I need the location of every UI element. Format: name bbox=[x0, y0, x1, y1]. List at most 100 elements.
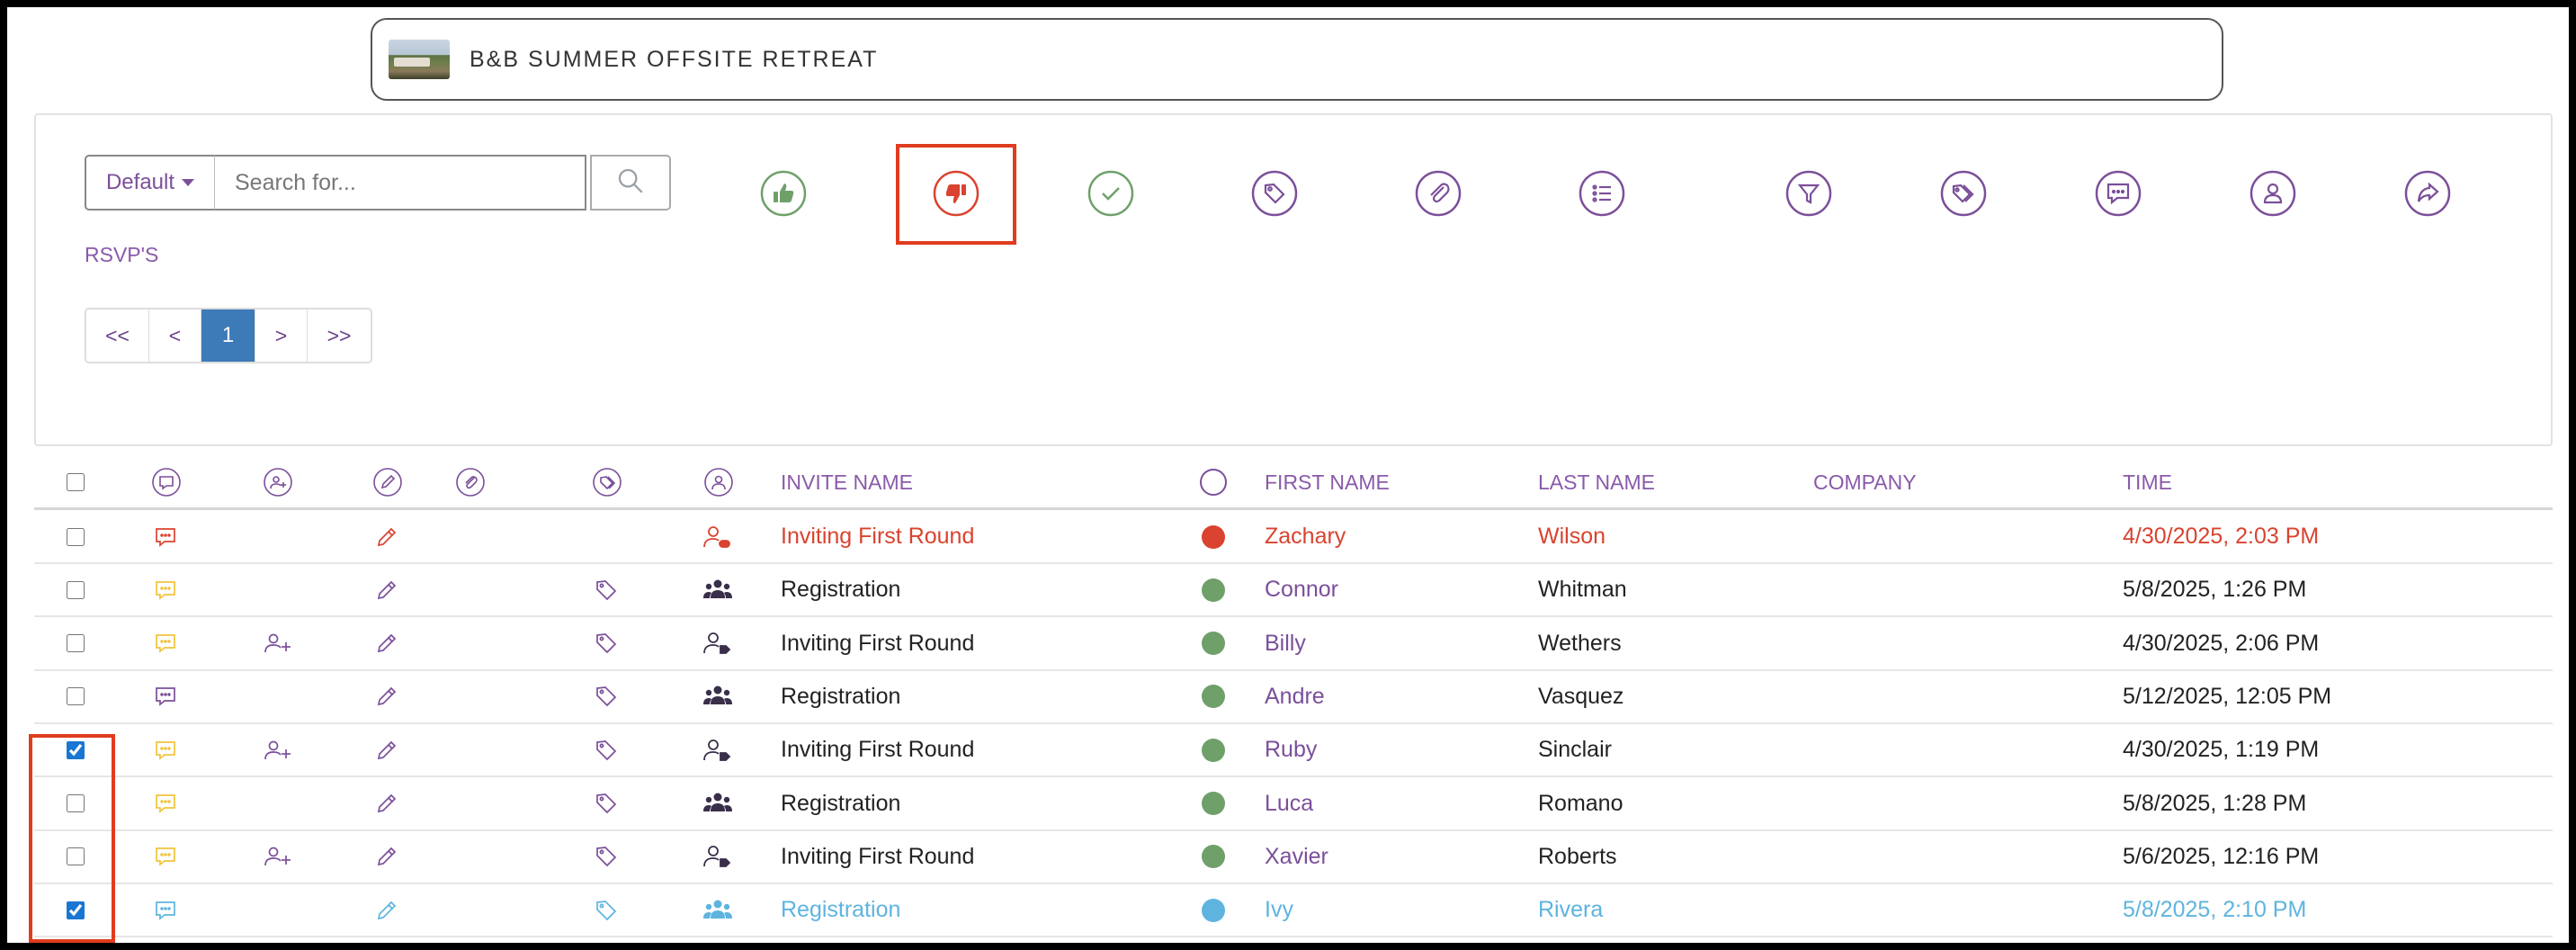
edit-icon[interactable] bbox=[374, 778, 399, 829]
attachment-column-icon[interactable] bbox=[455, 457, 486, 507]
search-button[interactable] bbox=[590, 155, 671, 211]
group-icon[interactable] bbox=[702, 778, 734, 829]
user-column-icon[interactable] bbox=[703, 457, 734, 507]
tags-icon[interactable] bbox=[1939, 169, 1988, 218]
edit-icon[interactable] bbox=[374, 724, 399, 775]
user-tag-icon[interactable] bbox=[702, 831, 732, 883]
share-icon[interactable] bbox=[2403, 169, 2452, 218]
edit-icon[interactable] bbox=[374, 671, 399, 722]
last-name-cell: Rivera bbox=[1538, 897, 1604, 923]
table-row[interactable]: Inviting First Round Zachary Wilson 4/30/20… bbox=[34, 511, 2553, 564]
row-checkbox[interactable] bbox=[67, 527, 85, 546]
add-user-icon[interactable] bbox=[263, 618, 293, 669]
comment-icon[interactable] bbox=[153, 778, 178, 829]
comment-icon[interactable] bbox=[153, 618, 178, 669]
app-stage: B&B SUMMER OFFSITE RETREAT Default RSVP'… bbox=[7, 7, 2569, 943]
edit-icon[interactable] bbox=[374, 511, 399, 562]
invite-name-cell: Inviting First Round bbox=[781, 524, 975, 549]
edit-column-icon[interactable] bbox=[372, 457, 403, 507]
group-icon[interactable] bbox=[702, 671, 734, 722]
row-checkbox[interactable] bbox=[67, 687, 85, 706]
comment-icon[interactable] bbox=[153, 671, 178, 722]
edit-icon[interactable] bbox=[374, 831, 399, 883]
tag-icon[interactable] bbox=[594, 778, 619, 829]
table-row[interactable]: Inviting First Round Xavier Roberts 5/6/202… bbox=[34, 831, 2553, 884]
invite-name-header[interactable]: INVITE NAME bbox=[781, 457, 913, 507]
check-icon[interactable] bbox=[1087, 169, 1135, 218]
invite-name-cell: Registration bbox=[781, 790, 901, 816]
next-page-button[interactable]: > bbox=[255, 309, 308, 362]
search-input[interactable] bbox=[214, 155, 586, 211]
first-name-cell[interactable]: Connor bbox=[1265, 564, 1338, 615]
tag-icon[interactable] bbox=[594, 724, 619, 775]
row-checkbox[interactable] bbox=[67, 580, 85, 599]
row-checkbox[interactable] bbox=[67, 634, 85, 653]
select-all-checkbox[interactable] bbox=[67, 473, 85, 491]
last-name-cell: Roberts bbox=[1538, 843, 1617, 869]
last-name-cell: Wilson bbox=[1538, 524, 1606, 549]
comment-icon[interactable] bbox=[153, 564, 178, 615]
first-name-cell[interactable]: Ivy bbox=[1265, 884, 1293, 936]
group-icon[interactable] bbox=[702, 884, 734, 936]
comment-icon[interactable] bbox=[153, 831, 178, 883]
paperclip-icon[interactable] bbox=[1414, 169, 1462, 218]
tag-icon[interactable] bbox=[594, 564, 619, 615]
table-row[interactable]: Inviting First Round Ruby Sinclair 4/30/202… bbox=[34, 724, 2553, 778]
user-icon[interactable] bbox=[2249, 169, 2297, 218]
last-page-button[interactable]: >> bbox=[308, 309, 371, 362]
add-user-icon[interactable] bbox=[263, 724, 293, 775]
current-page-button[interactable]: 1 bbox=[201, 309, 255, 362]
tag-icon[interactable] bbox=[594, 884, 619, 936]
time-cell: 5/8/2025, 2:10 PM bbox=[2123, 897, 2307, 923]
table-row[interactable]: Inviting First Round Billy Wethers 4/30/202… bbox=[34, 618, 2553, 671]
comment-icon[interactable] bbox=[153, 884, 178, 936]
tag-icon[interactable] bbox=[594, 831, 619, 883]
edit-icon[interactable] bbox=[374, 564, 399, 615]
table-row[interactable]: Registration Luca Romano 5/8/2025, 1:28 PM bbox=[34, 778, 2553, 831]
first-name-header[interactable]: FIRST NAME bbox=[1265, 457, 1390, 507]
comment-icon[interactable] bbox=[153, 724, 178, 775]
first-page-button[interactable]: << bbox=[86, 309, 149, 362]
event-title: B&B SUMMER OFFSITE RETREAT bbox=[470, 46, 879, 72]
user-tag-icon[interactable] bbox=[702, 724, 732, 775]
first-name-cell[interactable]: Luca bbox=[1265, 778, 1313, 829]
add-user-icon[interactable] bbox=[263, 831, 293, 883]
first-name-cell[interactable]: Ruby bbox=[1265, 724, 1317, 775]
first-name-cell[interactable]: Billy bbox=[1265, 618, 1306, 669]
filter-icon[interactable] bbox=[1784, 169, 1833, 218]
comment-icon[interactable] bbox=[153, 511, 178, 562]
status-dot bbox=[1202, 578, 1225, 602]
tags-column-icon[interactable] bbox=[592, 457, 622, 507]
tag-icon[interactable] bbox=[1250, 169, 1299, 218]
time-cell: 4/30/2025, 2:06 PM bbox=[2123, 630, 2320, 656]
last-name-cell: Sinclair bbox=[1538, 737, 1612, 763]
first-name-cell[interactable]: Andre bbox=[1265, 671, 1325, 722]
status-dot bbox=[1202, 792, 1225, 815]
first-name-cell[interactable]: Xavier bbox=[1265, 831, 1328, 883]
time-header[interactable]: TIME bbox=[2123, 457, 2172, 507]
edit-icon[interactable] bbox=[374, 618, 399, 669]
prev-page-button[interactable]: < bbox=[149, 309, 201, 362]
thumbs-up-icon[interactable] bbox=[759, 169, 808, 218]
first-name-cell[interactable]: Zachary bbox=[1265, 511, 1346, 562]
last-name-header[interactable]: LAST NAME bbox=[1538, 457, 1655, 507]
view-select[interactable]: Default bbox=[85, 155, 214, 211]
table-row[interactable]: Registration Andre Vasquez 5/12/2025, 12:05… bbox=[34, 671, 2553, 724]
chat-icon[interactable] bbox=[2094, 169, 2142, 218]
add-user-column-icon[interactable] bbox=[263, 457, 293, 507]
status-dot bbox=[1202, 632, 1225, 656]
edit-icon[interactable] bbox=[374, 884, 399, 936]
tag-icon[interactable] bbox=[594, 671, 619, 722]
list-icon[interactable] bbox=[1578, 169, 1626, 218]
status-column-circle-icon[interactable] bbox=[1200, 469, 1227, 496]
tag-icon[interactable] bbox=[594, 618, 619, 669]
comment-column-icon[interactable] bbox=[151, 457, 182, 507]
user-minus-icon[interactable] bbox=[702, 511, 732, 562]
user-tag-icon[interactable] bbox=[702, 618, 732, 669]
group-icon[interactable] bbox=[702, 564, 734, 615]
table-row[interactable]: Registration Connor Whitman 5/8/2025, 1:26 … bbox=[34, 564, 2553, 618]
last-name-cell: Romano bbox=[1538, 790, 1623, 816]
last-name-cell: Vasquez bbox=[1538, 683, 1624, 709]
company-header[interactable]: COMPANY bbox=[1813, 457, 1917, 507]
table-row[interactable]: Registration Ivy Rivera 5/8/2025, 2:10 PM bbox=[34, 884, 2553, 938]
